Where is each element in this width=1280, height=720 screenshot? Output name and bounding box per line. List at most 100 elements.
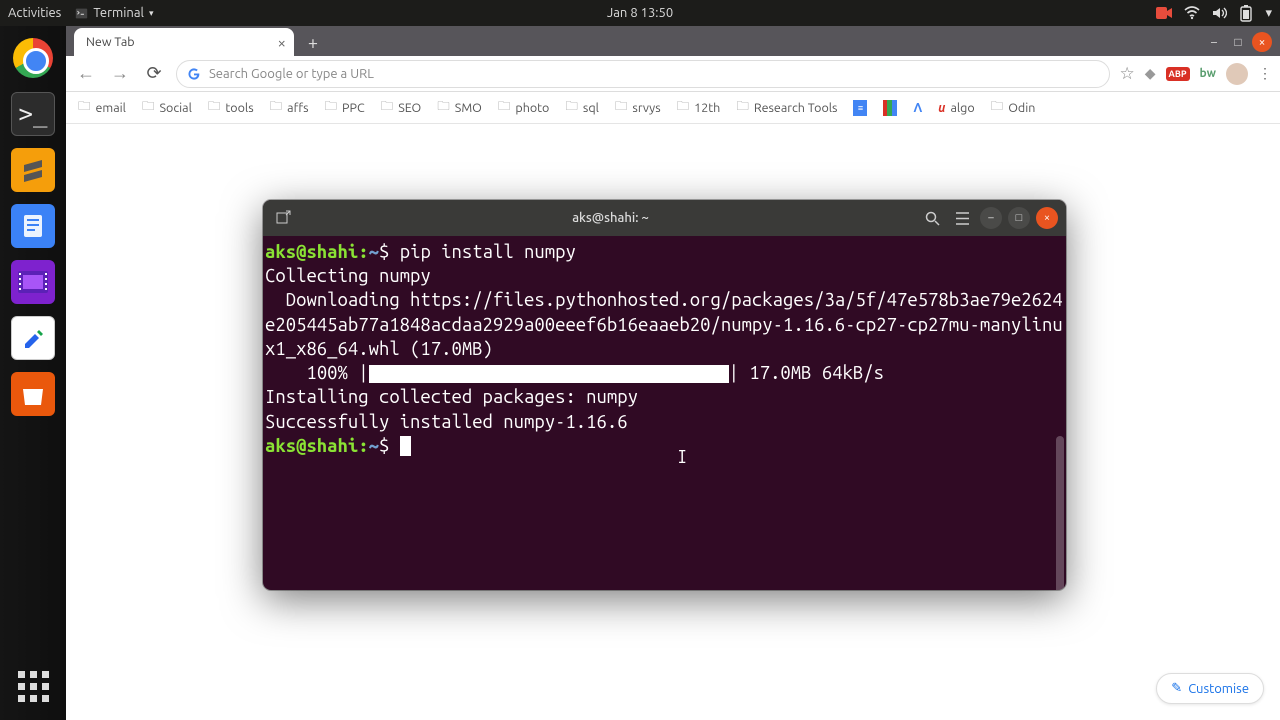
terminal-title: aks@shahi: ~ xyxy=(301,211,920,225)
new-tab-terminal-button[interactable] xyxy=(271,206,295,230)
show-applications[interactable] xyxy=(18,671,49,702)
terminal-output: Collecting numpy xyxy=(265,264,1064,288)
folder-icon: 🗀 xyxy=(565,97,578,118)
bookmark-docs[interactable]: ≡ xyxy=(853,100,867,116)
bookmark-srvys[interactable]: 🗀srvys xyxy=(615,97,661,118)
bookmark-ppc[interactable]: 🗀PPC xyxy=(325,97,365,118)
new-tab-button[interactable]: + xyxy=(300,30,326,56)
bookmark-email[interactable]: 🗀email xyxy=(78,97,126,118)
notepad-icon xyxy=(22,213,44,239)
system-menu-chevron-icon[interactable]: ▾ xyxy=(1265,6,1272,21)
battery-icon[interactable] xyxy=(1239,4,1253,22)
bookmark-odin[interactable]: 🗀Odin xyxy=(991,97,1036,118)
terminal-command: pip install numpy xyxy=(400,242,576,262)
terminal-icon xyxy=(75,7,88,20)
folder-icon: 🗀 xyxy=(381,97,394,118)
back-button[interactable]: ← xyxy=(74,62,98,86)
folder-icon: 🗀 xyxy=(270,97,283,118)
customise-button[interactable]: ✎ Customise xyxy=(1156,673,1264,704)
bookmark-ads[interactable]: Λ xyxy=(913,101,922,115)
folder-icon: 🗀 xyxy=(991,97,1004,118)
prompt-user: aks@shahi xyxy=(265,242,358,262)
window-close-button[interactable]: × xyxy=(1252,32,1272,52)
dock-chrome[interactable] xyxy=(11,36,55,80)
terminal-titlebar[interactable]: aks@shahi: ~ – □ × xyxy=(263,200,1066,236)
dock-sublime[interactable] xyxy=(11,148,55,192)
gnome-top-bar: Activities Terminal ▾ Jan 8 13:50 ▾ xyxy=(0,0,1280,26)
chevron-down-icon: ▾ xyxy=(149,8,154,19)
folder-icon: 🗀 xyxy=(142,97,155,118)
terminal-app-menu[interactable]: Terminal ▾ xyxy=(75,6,153,20)
terminal-output: Successfully installed numpy-1.16.6 xyxy=(265,410,1064,434)
window-minimize-button[interactable]: – xyxy=(1204,32,1224,52)
bookmarks-bar: 🗀email 🗀Social 🗀tools 🗀affs 🗀PPC 🗀SEO 🗀S… xyxy=(66,92,1280,124)
window-controls: – □ × xyxy=(1204,28,1280,56)
bookmark-tools[interactable]: 🗀tools xyxy=(208,97,254,118)
bookmark-12th[interactable]: 🗀12th xyxy=(677,97,721,118)
film-icon xyxy=(18,271,48,293)
tab-title: New Tab xyxy=(86,35,135,49)
bookmark-star-icon[interactable]: ☆ xyxy=(1120,64,1135,84)
bw-extension-icon[interactable]: bw xyxy=(1200,67,1216,80)
bookmark-research-tools[interactable]: 🗀Research Tools xyxy=(736,97,837,118)
terminal-scrollbar[interactable] xyxy=(1056,436,1064,590)
chrome-menu-icon[interactable]: ⋮ xyxy=(1258,65,1272,82)
bookmark-social[interactable]: 🗀Social xyxy=(142,97,192,118)
bookmark-photo[interactable]: 🗀photo xyxy=(498,97,549,118)
folder-icon: 🗀 xyxy=(208,97,221,118)
terminal-search-button[interactable] xyxy=(920,206,944,230)
terminal-output: Installing collected packages: numpy xyxy=(265,385,1064,409)
dock-app-pad[interactable] xyxy=(11,204,55,248)
folder-icon: 🗀 xyxy=(78,97,91,118)
reload-button[interactable]: ⟳ xyxy=(142,62,166,86)
forward-button[interactable]: → xyxy=(108,62,132,86)
folder-icon: 🗀 xyxy=(615,97,628,118)
dock-terminal[interactable]: >_ xyxy=(11,92,55,136)
dock-software-center[interactable] xyxy=(11,372,55,416)
bookmark-smo[interactable]: 🗀SMO xyxy=(437,97,482,118)
bookmark-sheets[interactable] xyxy=(883,100,897,116)
dock-video[interactable] xyxy=(11,260,55,304)
tab-close-icon[interactable]: × xyxy=(278,34,286,51)
dock-text-editor[interactable] xyxy=(11,316,55,360)
chrome-icon xyxy=(13,38,53,78)
terminal-progress: 100% || 17.0MB 64kB/s xyxy=(265,361,1064,385)
terminal-menu-label: Terminal xyxy=(93,6,144,20)
bookmark-sql[interactable]: 🗀sql xyxy=(565,97,599,118)
omnibox-placeholder: Search Google or type a URL xyxy=(209,67,374,81)
extension-icons: ◆ ABP bw ⋮ xyxy=(1145,63,1272,85)
browser-tab[interactable]: New Tab × xyxy=(74,28,294,56)
terminal-menu-button[interactable] xyxy=(950,206,974,230)
clock[interactable]: Jan 8 13:50 xyxy=(607,6,673,20)
terminal-window: aks@shahi: ~ – □ × aks@shahi:~$ pip inst… xyxy=(263,200,1066,590)
terminal-close-button[interactable]: × xyxy=(1036,207,1058,229)
bookmark-affs[interactable]: 🗀affs xyxy=(270,97,309,118)
shopping-bag-icon xyxy=(19,381,47,407)
terminal-maximize-button[interactable]: □ xyxy=(1008,207,1030,229)
text-cursor-icon: I xyxy=(677,445,687,469)
window-maximize-button[interactable]: □ xyxy=(1228,32,1248,52)
sublime-icon xyxy=(20,157,46,183)
folder-icon: 🗀 xyxy=(677,97,690,118)
bookmark-algo[interactable]: ualgo xyxy=(938,101,974,115)
address-bar[interactable]: Search Google or type a URL xyxy=(176,60,1110,88)
terminal-output: Downloading https://files.pythonhosted.o… xyxy=(265,288,1064,361)
adblock-icon[interactable]: ABP xyxy=(1166,67,1190,81)
extension-gray-icon[interactable]: ◆ xyxy=(1145,65,1156,82)
terminal-minimize-button[interactable]: – xyxy=(980,207,1002,229)
wifi-icon[interactable] xyxy=(1184,6,1200,20)
screen-record-icon[interactable] xyxy=(1156,7,1172,19)
pencil-icon xyxy=(21,326,45,350)
ads-icon: Λ xyxy=(913,101,922,115)
profile-avatar[interactable] xyxy=(1226,63,1248,85)
terminal-body[interactable]: aks@shahi:~$ pip install numpy Collectin… xyxy=(263,236,1066,590)
pencil-icon: ✎ xyxy=(1171,681,1182,696)
activities-button[interactable]: Activities xyxy=(8,6,61,20)
u-icon: u xyxy=(938,101,945,115)
docs-icon: ≡ xyxy=(853,100,867,116)
terminal-cursor xyxy=(400,436,411,456)
bookmark-seo[interactable]: 🗀SEO xyxy=(381,97,422,118)
volume-icon[interactable] xyxy=(1212,6,1227,20)
customise-label: Customise xyxy=(1188,682,1249,696)
dock: >_ xyxy=(0,26,66,720)
